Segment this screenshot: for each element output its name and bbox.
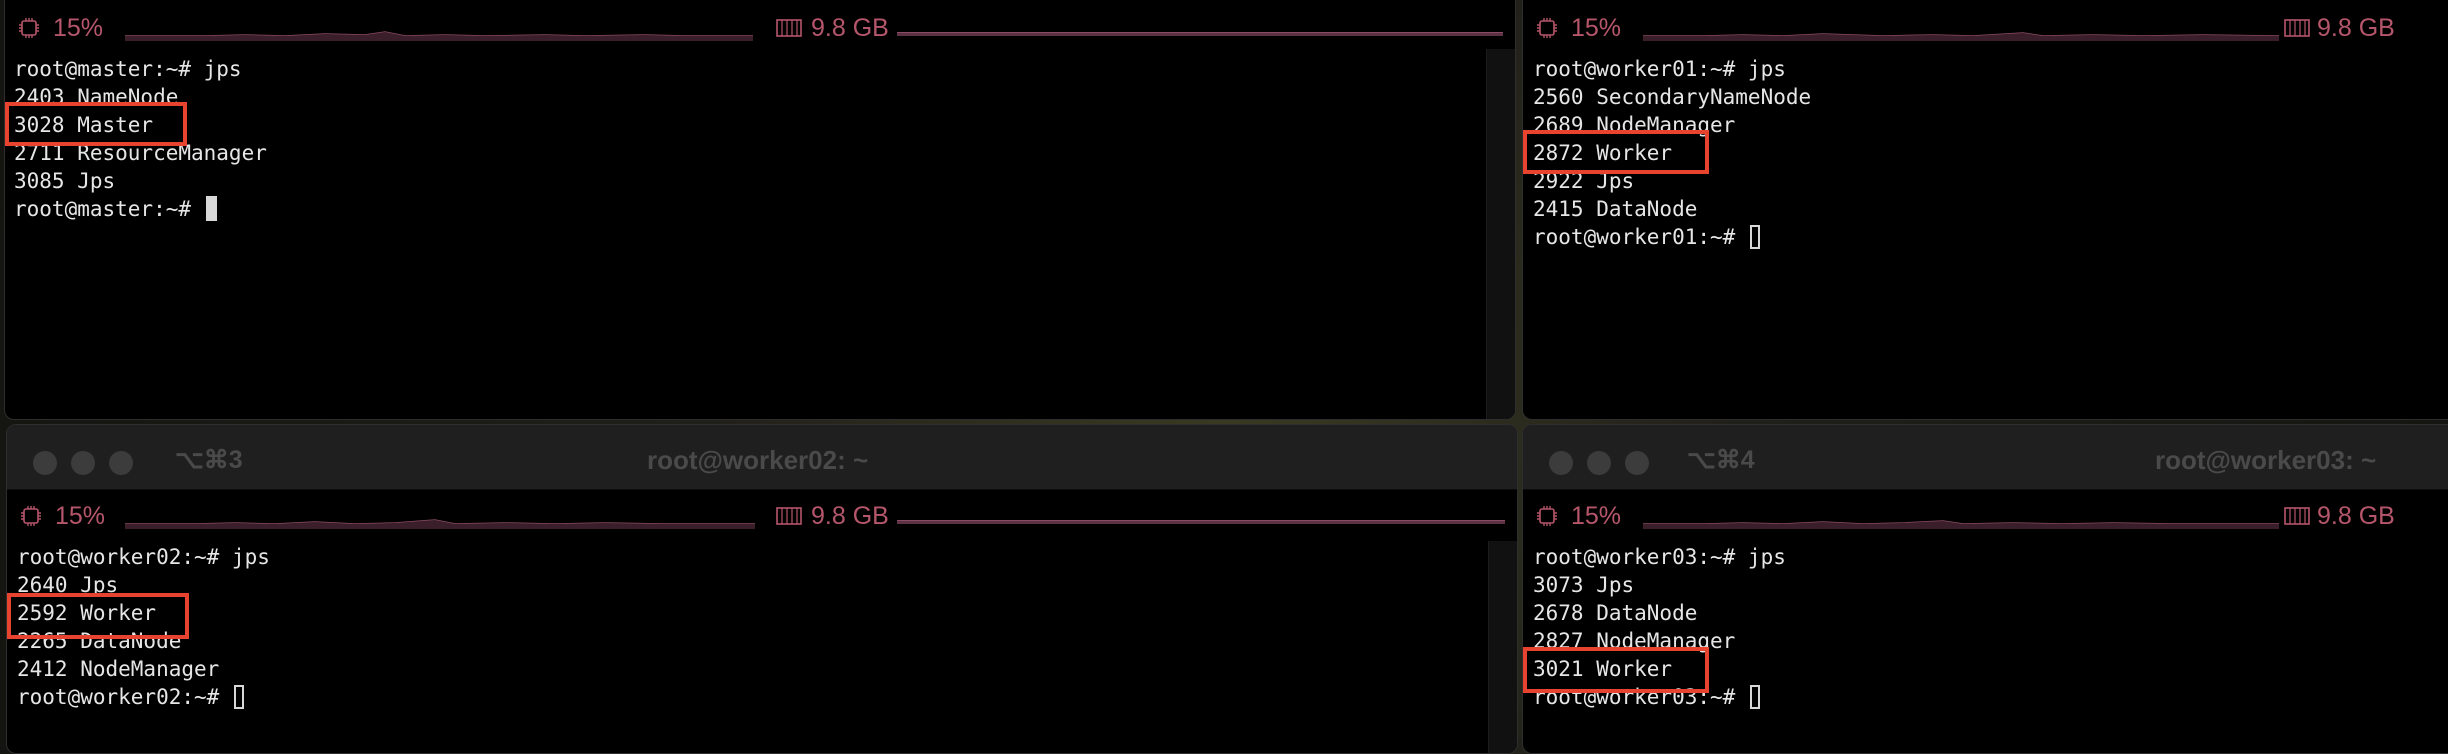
cpu-sparkline: [125, 519, 755, 529]
memory-usage: 9.8 GB: [2317, 14, 2395, 42]
cpu-usage: 15%: [55, 502, 106, 530]
status-bar: 15% 9.8 GB: [1523, 502, 2448, 537]
cpu-usage: 15%: [53, 14, 104, 42]
memory-module-icon: [2284, 19, 2310, 37]
memory-usage: 9.8 GB: [2317, 502, 2395, 530]
prompt-line[interactable]: root@worker01:~#: [1533, 223, 1811, 251]
prompt-line[interactable]: root@master:~#: [14, 195, 267, 223]
window-shortcut: ⌥⌘3: [175, 446, 243, 474]
window-controls: [33, 451, 133, 475]
cpu-chip-icon: [19, 18, 39, 38]
shell-prompt: root@worker01:~#: [1533, 225, 1748, 249]
window-shortcut: ⌥⌘4: [1687, 446, 1755, 474]
cpu-chip-icon: [1537, 18, 1557, 38]
status-bar: 15% 9.8 GB: [5, 14, 1515, 49]
close-window-icon[interactable]: [1549, 451, 1573, 475]
terminal-window-worker01[interactable]: 15% 9.8 GB root@worker01:~# jps 2560 Seco…: [1522, 0, 2448, 420]
close-window-icon[interactable]: [33, 451, 57, 475]
highlight-box-worker03: [1523, 647, 1709, 693]
cpu-chip-icon: [1537, 506, 1557, 526]
terminal-window-master[interactable]: 15% 9.8 GB root@master:~# jps 2403 NameNo…: [4, 0, 1516, 420]
terminal-line: 2415 DataNode: [1533, 197, 1698, 221]
text-cursor: [1749, 225, 1760, 249]
highlight-box-master: [5, 102, 187, 146]
terminal-line: 2678 DataNode: [1533, 601, 1698, 625]
terminal-window-worker02[interactable]: ⌥⌘3 root@worker02: ~ 15% 9.8 GB root@wor…: [6, 424, 1518, 754]
cpu-chip-icon: [21, 506, 41, 526]
cpu-usage: 15%: [1571, 502, 1622, 530]
terminal-line: 2560 SecondaryNameNode: [1533, 85, 1812, 109]
minimize-window-icon[interactable]: [71, 451, 95, 475]
highlight-box-worker01: [1523, 130, 1709, 174]
cpu-sparkline: [125, 31, 753, 41]
title-bar[interactable]: ⌥⌘3 root@worker02: ~: [7, 425, 1517, 490]
text-cursor: [205, 196, 217, 221]
status-bar: 15% 9.8 GB: [7, 502, 1517, 537]
shell-prompt: root@worker02:~#: [17, 685, 232, 709]
highlight-box-worker02: [7, 593, 189, 639]
memory-module-icon: [776, 19, 802, 37]
shell-prompt: root@master:~#: [14, 197, 204, 221]
window-controls: [1549, 451, 1649, 475]
terminal-line: root@worker03:~# jps: [1533, 545, 1786, 569]
cpu-sparkline: [1643, 520, 2279, 529]
window-title: root@worker03: ~: [2155, 445, 2377, 475]
cpu-sparkline: [1643, 32, 2279, 41]
terminal-line: root@master:~# jps: [14, 57, 242, 81]
memory-usage: 9.8 GB: [811, 502, 889, 530]
terminal-line: root@worker02:~# jps: [17, 545, 270, 569]
scrollbar[interactable]: [1486, 49, 1515, 419]
status-bar: 15% 9.8 GB: [1523, 14, 2448, 49]
memory-module-icon: [2284, 507, 2310, 525]
terminal-line: 2412 NodeManager: [17, 657, 220, 681]
cpu-usage: 15%: [1571, 14, 1622, 42]
memory-bar: [897, 520, 1505, 524]
zoom-window-icon[interactable]: [109, 451, 133, 475]
terminal-line: root@worker01:~# jps: [1533, 57, 1786, 81]
terminal-line: 3073 Jps: [1533, 573, 1635, 597]
window-title: root@worker02: ~: [647, 445, 869, 475]
prompt-line[interactable]: root@worker02:~#: [17, 683, 270, 711]
scrollbar[interactable]: [1488, 541, 1517, 753]
minimize-window-icon[interactable]: [1587, 451, 1611, 475]
memory-module-icon: [776, 507, 802, 525]
terminal-window-worker03[interactable]: ⌥⌘4 root@worker03: ~ 15% 9.8 GB root@wor…: [1522, 424, 2448, 754]
text-cursor: [233, 685, 244, 709]
zoom-window-icon[interactable]: [1625, 451, 1649, 475]
memory-usage: 9.8 GB: [811, 14, 889, 42]
memory-bar: [897, 32, 1503, 36]
title-bar[interactable]: ⌥⌘4 root@worker03: ~: [1523, 425, 2448, 490]
terminal-line: 3085 Jps: [14, 169, 116, 193]
text-cursor: [1749, 685, 1760, 709]
